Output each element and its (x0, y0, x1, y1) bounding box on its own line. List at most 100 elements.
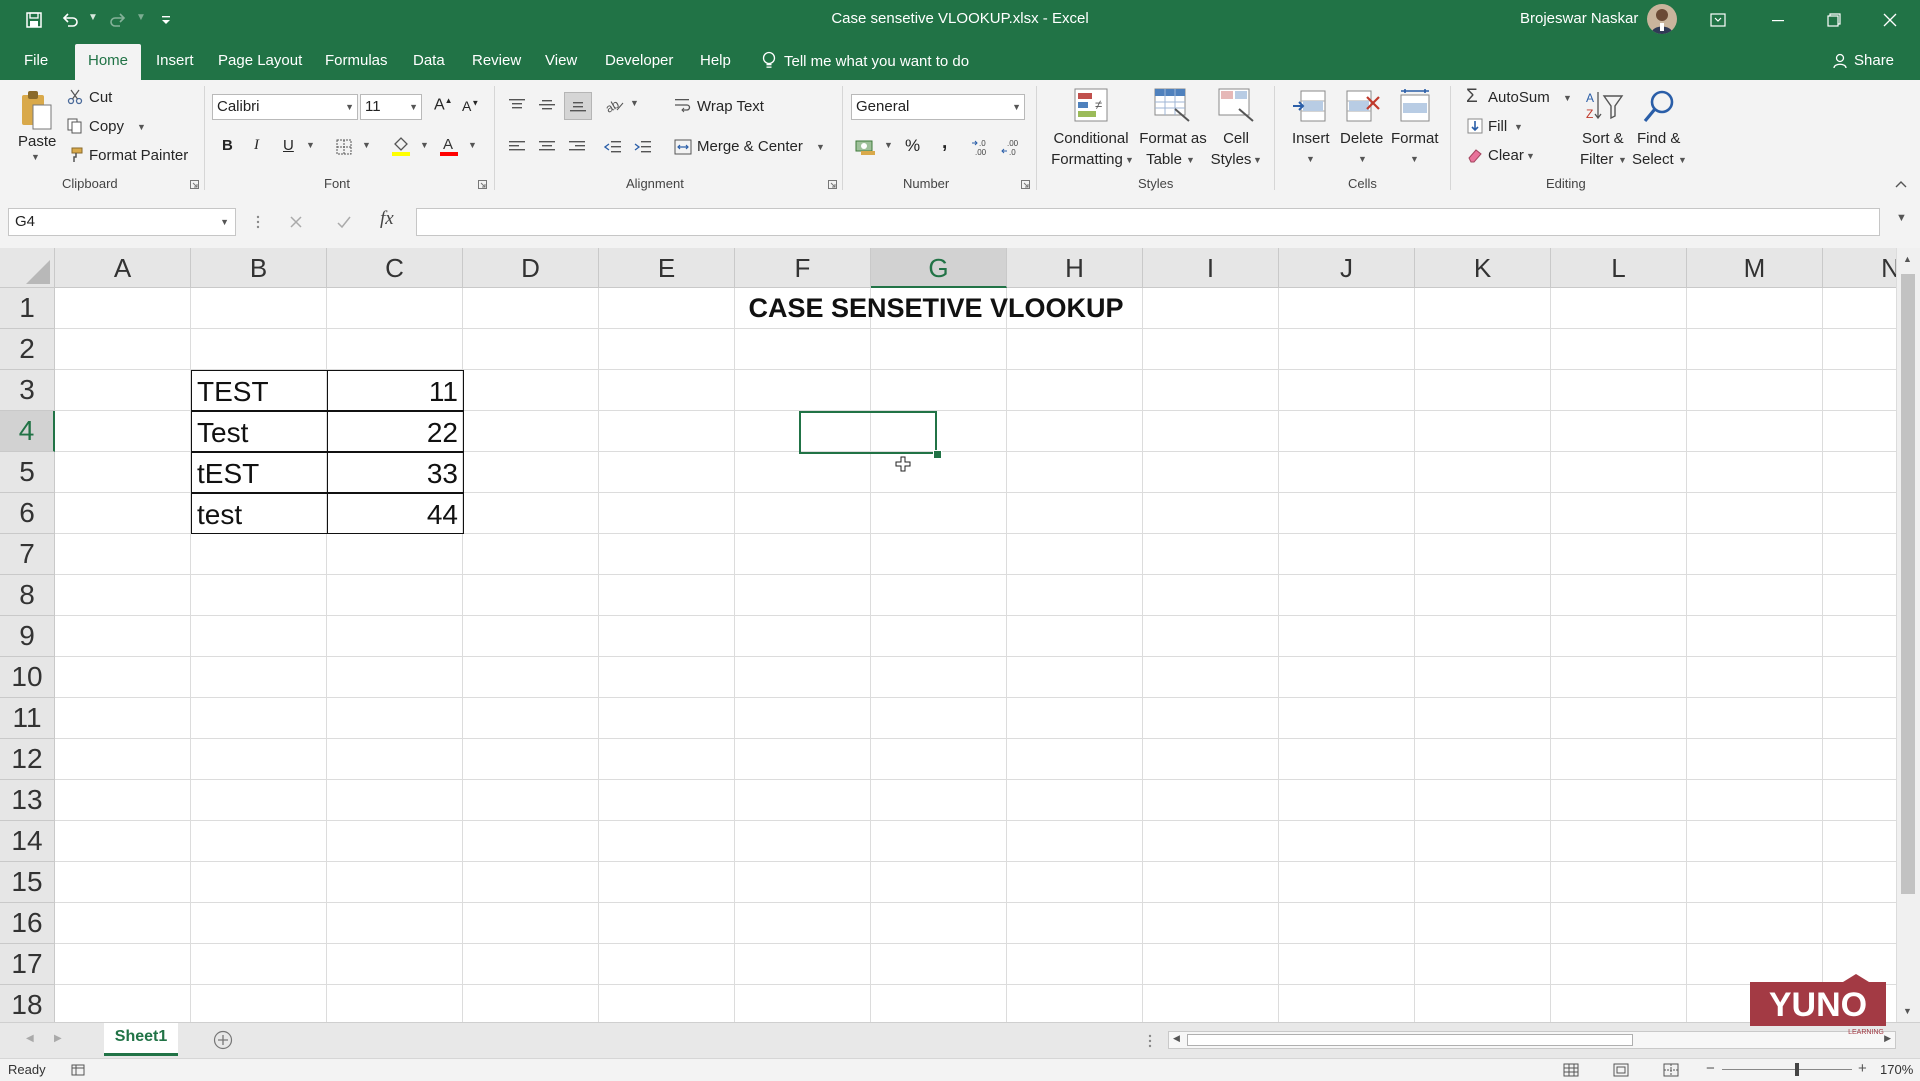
row-header-15[interactable]: 15 (0, 862, 55, 903)
tab-home[interactable]: Home (75, 44, 141, 80)
cell-styles-line2[interactable]: Styles (1206, 151, 1256, 168)
wrap-text-button[interactable]: Wrap Text (697, 98, 764, 115)
tab-formulas[interactable]: Formulas (325, 52, 388, 69)
row-header-2[interactable]: 2 (0, 329, 55, 370)
find-select-line2[interactable]: Select (1632, 151, 1674, 168)
cell-styles-line1[interactable]: Cell (1211, 130, 1261, 147)
sort-filter-icon[interactable]: AZ (1584, 88, 1624, 124)
minimize-icon[interactable] (1766, 8, 1790, 32)
worksheet-grid[interactable]: ABCDEFGHIJKLMN 1 2 3 4 5 6 7 8 9 10 11 12 13 14 15 16 17… (0, 248, 1896, 1022)
italic-button[interactable]: I (254, 137, 259, 154)
insert-dropdown-icon[interactable]: ▼ (1306, 154, 1315, 164)
tab-splitter-handle[interactable] (1148, 1033, 1152, 1049)
bottom-align-icon[interactable] (564, 92, 592, 120)
scroll-sheets-right-icon[interactable]: ▶ (54, 1033, 62, 1044)
row-header-1[interactable]: 1 (0, 288, 55, 329)
format-painter-button[interactable]: Format Painter (89, 147, 188, 164)
sort-filter-line2[interactable]: Filter (1580, 151, 1613, 168)
macro-recording-icon[interactable] (70, 1062, 86, 1078)
decrease-decimal-icon[interactable]: .00.0 (1000, 136, 1024, 158)
borders-dropdown-icon[interactable]: ▼ (362, 140, 371, 150)
column-header-n[interactable]: N (1823, 248, 1896, 288)
tab-view[interactable]: View (545, 52, 577, 69)
accounting-dropdown-icon[interactable]: ▼ (884, 140, 893, 150)
row-header-3[interactable]: 3 (0, 370, 55, 411)
table-value-cell[interactable]: 44 (327, 493, 464, 534)
autosum-icon[interactable]: Σ (1466, 86, 1478, 108)
column-header-b[interactable]: B (191, 248, 327, 288)
fill-color-icon[interactable] (390, 135, 412, 157)
delete-dropdown-icon[interactable]: ▼ (1358, 154, 1367, 164)
add-sheet-icon[interactable] (212, 1029, 234, 1051)
share-button[interactable]: Share (1832, 52, 1894, 69)
normal-view-icon[interactable] (1562, 1062, 1580, 1078)
row-header-8[interactable]: 8 (0, 575, 55, 616)
merge-center-button[interactable]: Merge & Center (697, 138, 803, 155)
font-color-icon[interactable]: A (438, 135, 460, 157)
fill-down-icon[interactable] (1466, 117, 1484, 135)
scroll-sheets-left-icon[interactable]: ◀ (26, 1033, 34, 1044)
vertical-scroll-thumb[interactable] (1901, 274, 1915, 894)
zoom-slider-thumb[interactable] (1795, 1063, 1799, 1076)
sheet-title-cell[interactable]: CASE SENSETIVE VLOOKUP (663, 288, 1209, 329)
column-header-c[interactable]: C (327, 248, 463, 288)
conditional-formatting-icon[interactable]: ≠ (1072, 86, 1110, 124)
fill-color-dropdown-icon[interactable]: ▼ (420, 140, 429, 150)
column-header-a[interactable]: A (55, 248, 191, 288)
format-painter-icon[interactable] (66, 146, 84, 164)
restore-icon[interactable] (1822, 8, 1846, 32)
row-header-17[interactable]: 17 (0, 944, 55, 985)
tab-developer[interactable]: Developer (605, 52, 673, 69)
orientation-icon[interactable]: ab (604, 94, 626, 116)
sort-filter-line1[interactable]: Sort & (1582, 130, 1624, 147)
bold-button[interactable]: B (222, 137, 233, 154)
row-header-13[interactable]: 13 (0, 780, 55, 821)
user-name[interactable]: Brojeswar Naskar (1520, 10, 1638, 27)
sheet-tab-sheet1[interactable]: Sheet1 (104, 1023, 178, 1056)
underline-button[interactable]: U (283, 137, 294, 154)
table-value-cell[interactable]: 11 (327, 370, 464, 411)
close-icon[interactable] (1878, 8, 1902, 32)
sort-filter-dropdown-icon[interactable]: ▼ (1618, 155, 1627, 165)
scroll-up-icon[interactable]: ▲ (1903, 254, 1912, 264)
name-box[interactable]: G4 ▼ (8, 208, 236, 236)
percent-style-button[interactable]: % (905, 136, 920, 156)
table-key-cell[interactable]: tEST (191, 452, 328, 493)
tell-me-search[interactable]: Tell me what you want to do (762, 51, 969, 71)
format-as-table-dropdown-icon[interactable]: ▼ (1186, 155, 1195, 165)
table-key-cell[interactable]: Test (191, 411, 328, 452)
chevron-down-icon[interactable]: ▼ (220, 209, 229, 235)
wrap-text-icon[interactable] (672, 94, 694, 116)
row-header-16[interactable]: 16 (0, 903, 55, 944)
font-color-dropdown-icon[interactable]: ▼ (468, 140, 477, 150)
row-header-6[interactable]: 6 (0, 493, 55, 534)
align-right-icon[interactable] (566, 136, 588, 158)
tab-insert[interactable]: Insert (156, 52, 194, 69)
borders-icon[interactable] (334, 137, 354, 157)
top-align-icon[interactable] (506, 94, 528, 116)
row-header-7[interactable]: 7 (0, 534, 55, 575)
table-value-cell[interactable]: 22 (327, 411, 464, 452)
increase-font-size-icon[interactable]: A▲ (434, 96, 453, 114)
row-header-10[interactable]: 10 (0, 657, 55, 698)
collapse-ribbon-icon[interactable] (1894, 178, 1908, 190)
tab-page-layout[interactable]: Page Layout (218, 52, 302, 69)
alignment-launcher-icon[interactable] (828, 180, 837, 189)
number-launcher-icon[interactable] (1021, 180, 1030, 189)
merge-center-icon[interactable] (672, 136, 694, 158)
delete-cells-button[interactable]: Delete (1340, 130, 1383, 147)
copy-button[interactable]: Copy (89, 118, 124, 135)
select-all-button[interactable] (0, 248, 55, 288)
delete-cells-icon[interactable] (1344, 88, 1382, 124)
accounting-format-icon[interactable] (854, 136, 878, 158)
row-header-12[interactable]: 12 (0, 739, 55, 780)
table-key-cell[interactable]: TEST (191, 370, 328, 411)
cut-button[interactable]: Cut (89, 89, 112, 106)
copy-dropdown-icon[interactable]: ▼ (137, 122, 146, 132)
autosum-button[interactable]: AutoSum (1488, 89, 1550, 106)
insert-function-button[interactable]: fx (380, 208, 394, 230)
column-header-h[interactable]: H (1007, 248, 1143, 288)
expand-formula-bar-icon[interactable]: ▼ (1896, 212, 1907, 224)
table-value-cell[interactable]: 33 (327, 452, 464, 493)
horizontal-scroll-thumb[interactable] (1187, 1034, 1633, 1046)
